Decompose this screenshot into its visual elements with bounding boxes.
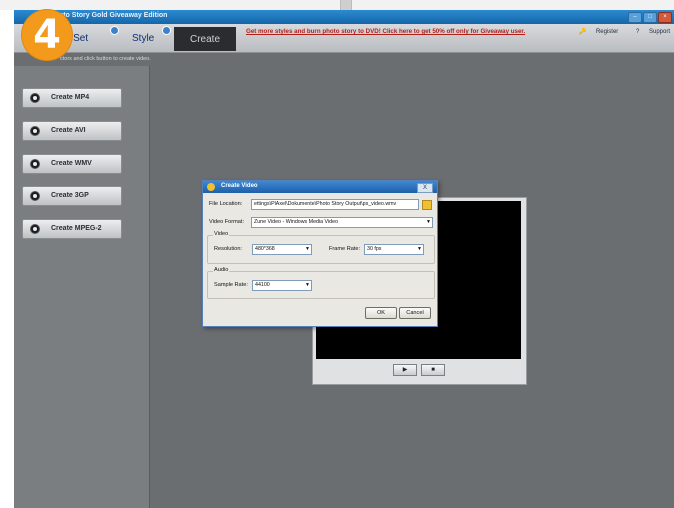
stop-icon: ■ <box>431 367 435 373</box>
audio-group: Audio Sample Rate: 44100 ▼ <box>207 267 435 299</box>
file-location-input[interactable]: ettings\PlAxel\Dokumente\Photo Story Out… <box>251 199 419 210</box>
ok-button[interactable]: OK <box>365 307 397 319</box>
create-mp4-button[interactable]: Create MP4 <box>22 88 122 108</box>
video-group: Video Resolution: 480*368 ▼ Frame Rate: … <box>207 231 435 264</box>
promo-link[interactable]: Get more styles and burn photo story to … <box>246 28 525 35</box>
tab-indicator-icon <box>162 26 171 35</box>
main-toolbar: to Set Style Create Get more styles and … <box>14 24 674 53</box>
support-label: Support <box>648 29 670 35</box>
resolution-label: Resolution: <box>214 246 242 252</box>
record-icon <box>30 126 40 136</box>
create-3gp-label: Create 3GP <box>51 192 89 199</box>
chevron-down-icon: ▼ <box>305 282 310 288</box>
video-format-label: Video Format: <box>209 219 245 225</box>
folder-browse-icon[interactable] <box>422 200 432 210</box>
create-mp4-label: Create MP4 <box>51 94 90 101</box>
dialog-title-bar: Create Video X <box>203 181 437 193</box>
app-window: Photo Story Gold Giveaway Edition – □ × … <box>14 10 674 508</box>
chevron-down-icon: ▼ <box>426 219 431 225</box>
window-edge <box>340 0 352 10</box>
create-video-dialog: Create Video X File Location: ettings\Pl… <box>202 180 438 327</box>
frame-rate-value: 30 fps <box>367 246 382 252</box>
frame-rate-select[interactable]: 30 fps ▼ <box>364 244 424 255</box>
tab-style-label: Style <box>132 33 155 44</box>
maximize-button[interactable]: □ <box>643 12 657 23</box>
help-icon: ? <box>635 29 640 35</box>
cancel-button[interactable]: Cancel <box>399 307 431 319</box>
minimize-button[interactable]: – <box>628 12 642 23</box>
create-3gp-button[interactable]: Create 3GP <box>22 186 122 206</box>
record-icon <box>30 159 40 169</box>
create-avi-button[interactable]: Create AVI <box>22 121 122 141</box>
step-number-badge: 4 <box>22 10 72 60</box>
create-mpeg2-button[interactable]: Create MPEG-2 <box>22 219 122 239</box>
dialog-title: Create Video <box>221 183 258 189</box>
sample-rate-select[interactable]: 44100 ▼ <box>252 280 312 291</box>
create-mpeg2-label: Create MPEG-2 <box>51 225 102 232</box>
record-icon <box>30 191 40 201</box>
sample-rate-label: Sample Rate: <box>214 282 248 288</box>
toolbar-right-links: 🔑 Register ? Support <box>563 28 670 35</box>
resolution-select[interactable]: 480*368 ▼ <box>252 244 312 255</box>
dialog-close-button[interactable]: X <box>417 183 433 193</box>
tab-create[interactable]: Create <box>174 27 236 51</box>
stop-button[interactable]: ■ <box>421 364 445 376</box>
create-wmv-label: Create WMV <box>51 160 92 167</box>
instruction-text: ctors and click button to create video. <box>60 56 151 62</box>
video-format-select[interactable]: Zune Video - Windows Media Video ▼ <box>251 217 433 228</box>
tab-create-label: Create <box>189 34 220 45</box>
title-bar: Photo Story Gold Giveaway Edition – □ × <box>14 10 674 24</box>
create-sidebar: Create MP4 Create AVI Create WMV Create … <box>14 66 150 508</box>
instruction-bar: ctors and click button to create video. <box>14 53 674 66</box>
register-link[interactable]: 🔑 Register <box>571 29 619 35</box>
tab-indicator-icon <box>110 26 119 35</box>
top-gray-strip <box>0 0 674 10</box>
window-controls: – □ × <box>628 12 672 23</box>
app-icon <box>207 183 215 191</box>
close-button[interactable]: × <box>658 12 672 23</box>
sample-rate-value: 44100 <box>255 282 270 288</box>
video-format-value: Zune Video - Windows Media Video <box>254 219 339 225</box>
key-icon: 🔑 <box>578 29 587 35</box>
record-icon <box>30 224 40 234</box>
support-link[interactable]: ? Support <box>628 29 670 35</box>
file-location-label: File Location: <box>209 201 243 207</box>
create-wmv-button[interactable]: Create WMV <box>22 154 122 174</box>
chevron-down-icon: ▼ <box>417 246 422 252</box>
create-avi-label: Create AVI <box>51 127 86 134</box>
video-group-title: Video <box>213 231 230 237</box>
resolution-value: 480*368 <box>255 246 275 252</box>
audio-group-title: Audio <box>213 267 230 273</box>
play-icon: ▶ <box>402 367 408 373</box>
frame-rate-label: Frame Rate: <box>329 246 361 252</box>
tab-style[interactable]: Style <box>124 26 172 50</box>
register-label: Register <box>595 29 619 35</box>
play-button[interactable]: ▶ <box>393 364 417 376</box>
chevron-down-icon: ▼ <box>305 246 310 252</box>
step-number: 4 <box>33 12 61 58</box>
record-icon <box>30 93 40 103</box>
